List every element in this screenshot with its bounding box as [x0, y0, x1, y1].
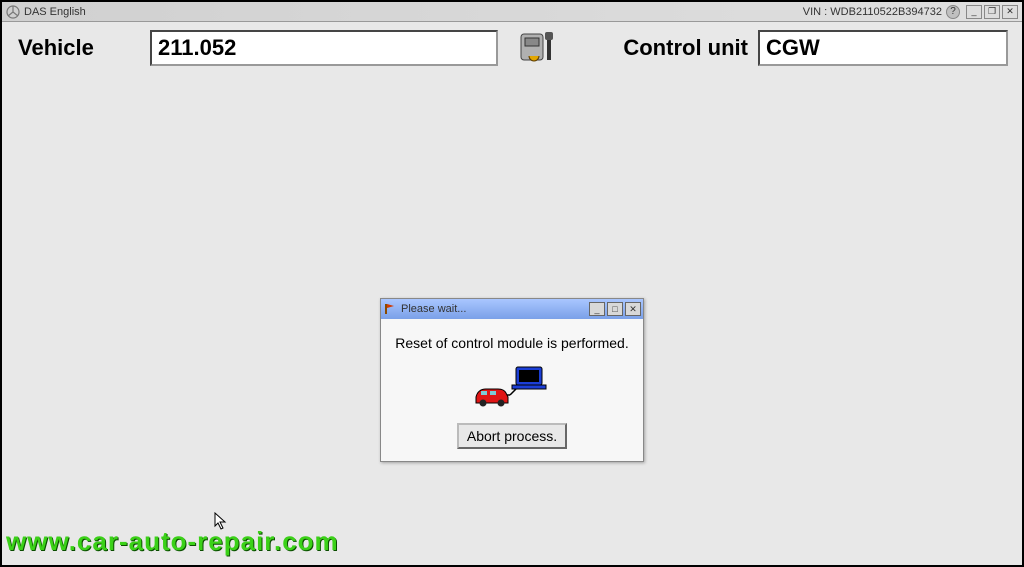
minimize-button[interactable]: _ [966, 5, 982, 19]
ecu-connector-icon [498, 28, 578, 68]
dialog-message: Reset of control module is performed. [389, 335, 635, 351]
app-window: DAS English VIN : WDB2110522B394732 ? _ … [0, 0, 1024, 567]
vehicle-label: Vehicle [10, 31, 150, 65]
vehicle-value: 211.052 [158, 35, 236, 61]
app-title: DAS English [24, 6, 86, 18]
please-wait-dialog: Please wait... _ □ ✕ Reset of control mo… [380, 298, 644, 462]
titlebar: DAS English VIN : WDB2110522B394732 ? _ … [2, 2, 1022, 22]
vin-label: VIN : WDB2110522B394732 [803, 6, 942, 18]
control-unit-label: Control unit [578, 31, 758, 65]
dialog-close-button[interactable]: ✕ [625, 302, 641, 316]
mercedes-logo-icon [6, 5, 20, 19]
help-button[interactable]: ? [946, 5, 960, 19]
content-area: Please wait... _ □ ✕ Reset of control mo… [4, 82, 1020, 563]
control-unit-value: CGW [766, 35, 820, 61]
header-row: Vehicle 211.052 Control unit CGW [2, 22, 1022, 74]
restore-button[interactable]: ❐ [984, 5, 1000, 19]
vehicle-field: 211.052 [150, 30, 498, 66]
abort-process-button[interactable]: Abort process. [457, 423, 567, 449]
dialog-graphic [389, 365, 635, 409]
control-unit-field: CGW [758, 30, 1008, 66]
close-button[interactable]: ✕ [1002, 5, 1018, 19]
dialog-maximize-button[interactable]: □ [607, 302, 623, 316]
dialog-title: Please wait... [401, 303, 587, 315]
watermark-text: www.car-auto-repair.com [6, 526, 339, 557]
dialog-minimize-button[interactable]: _ [589, 302, 605, 316]
dialog-titlebar[interactable]: Please wait... _ □ ✕ [381, 299, 643, 319]
dialog-body: Reset of control module is performed. [381, 319, 643, 461]
flag-icon [383, 302, 397, 316]
